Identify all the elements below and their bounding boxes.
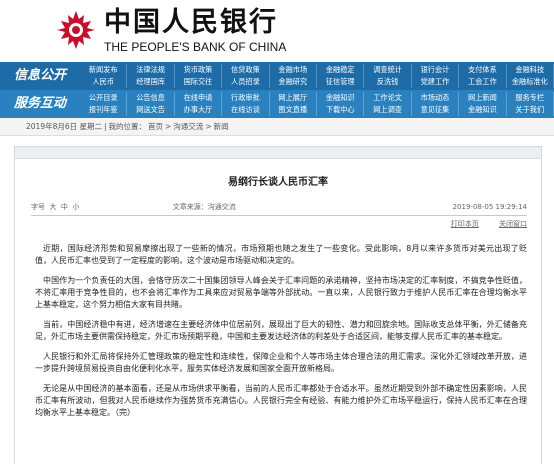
service-item[interactable]: 下载中心 <box>317 104 365 116</box>
service-item[interactable]: 金融知识 <box>459 104 507 116</box>
breadcrumb-text: 2019年8月6日 星期二 <box>26 122 103 131</box>
article-body: 近期，国际经济形势和贸易摩擦出现了一些新的情况，市场预期也随之发生了一些变化。受… <box>35 243 527 427</box>
breadcrumb-link[interactable]: 首页 <box>148 122 163 131</box>
service-item[interactable]: 服务专栏 <box>507 92 554 104</box>
info-item[interactable]: 经理国库 <box>127 76 175 88</box>
breadcrumb-link[interactable]: 新闻 <box>214 122 229 131</box>
nav-grid-info: 新闻发布 法律法规 货币政策 信贷政策 金融市场 金融稳定 调查统计 银行会计 支付体系 金融科技… <box>80 64 554 88</box>
breadcrumb-text: 我的位置： <box>108 122 147 131</box>
service-item[interactable]: 工作论文 <box>364 92 412 104</box>
info-item[interactable]: 调查统计 <box>364 64 412 76</box>
article-meta-left: 字号 大 中 小 文章来源：沟通交流 <box>31 203 236 211</box>
service-item[interactable]: 公开目录 <box>80 92 128 104</box>
info-item[interactable]: 金融研究 <box>270 76 317 88</box>
pboc-emblem-icon <box>54 8 98 52</box>
print-page-link[interactable]: 打印本页 <box>451 220 479 228</box>
info-item[interactable]: 金融市场 <box>270 64 317 76</box>
info-item[interactable]: 金融标准化 <box>507 76 554 88</box>
service-item[interactable]: 网上展厅 <box>270 92 317 104</box>
service-item[interactable]: 办事大厅 <box>175 104 223 116</box>
nav-section-title-info: 信息公开 <box>13 68 66 83</box>
service-item[interactable]: 关于我们 <box>507 104 554 116</box>
breadcrumb-link[interactable]: 沟通交流 <box>173 122 203 131</box>
breadcrumb-text: | <box>104 122 107 131</box>
service-item[interactable]: 金融知识 <box>317 92 365 104</box>
service-item[interactable]: 在线访谈 <box>222 104 270 116</box>
article-title: 易纲行长谈人民币汇率 <box>228 177 328 188</box>
info-item[interactable]: 党建工作 <box>412 76 460 88</box>
info-item[interactable]: 银行会计 <box>412 64 460 76</box>
main-navigation: 信息公开 新闻发布 法律法规 货币政策 信贷政策 金融市场 金融稳定 调查统计 银行会计 支付体… <box>0 62 554 118</box>
breadcrumb: 2019年8月6日 星期二 | 我的位置： 首页 > 沟通交流 > 新闻 <box>0 118 554 136</box>
service-item[interactable]: 网送文告 <box>127 104 175 116</box>
info-item[interactable]: 货币政策 <box>175 64 223 76</box>
article-date: 2019-08-05 19:29:14 <box>452 203 527 211</box>
article-paragraph: 近期，国际经济形势和贸易摩擦出现了一些新的情况，市场预期也随之发生了一些变化。受… <box>35 244 527 265</box>
service-item[interactable]: 在线申请 <box>175 92 223 104</box>
nav-grid-service: 公开目录 公告信息 在线申请 行政审批 网上展厅 金融知识 工作论文 市场动态 网上新闻 服务专栏… <box>80 92 554 116</box>
logo-english-name: THE PEOPLE'S BANK OF CHINA <box>104 40 287 54</box>
nav-section-title-service: 服务互动 <box>13 96 66 111</box>
divider <box>31 215 527 216</box>
info-item[interactable]: 信贷政策 <box>222 64 270 76</box>
article-panel: 易纲行长谈人民币汇率 字号 大 中 小 文章来源：沟通交流 2019-08-05… <box>14 146 542 464</box>
info-item[interactable]: 金融稳定 <box>317 64 365 76</box>
info-item[interactable]: 国际交往 <box>175 76 223 88</box>
service-item[interactable]: 行政审批 <box>222 92 270 104</box>
info-item[interactable]: 人民币 <box>80 76 128 88</box>
service-item[interactable]: 报刊年鉴 <box>80 104 128 116</box>
breadcrumb-text: > <box>165 122 172 131</box>
article-paragraph: 当前，中国经济稳中有进，经济增速在主要经济体中位居前列，展现出了巨大的韧性、潜力… <box>35 320 527 341</box>
info-item[interactable]: 征信管理 <box>317 76 365 88</box>
service-item[interactable]: 公告信息 <box>127 92 175 104</box>
info-item[interactable]: 新闻发布 <box>80 64 128 76</box>
nav-section-service: 服务互动 公开目录 公告信息 在线申请 行政审批 网上展厅 金融知识 工作论文 市场动态 网上新… <box>0 90 554 118</box>
service-item[interactable]: 网上新闻 <box>459 92 507 104</box>
article-paragraph: 人民银行和外汇局将保持外汇管理政策的稳定性和连续性，保障企业和个人等市场主体合理… <box>35 352 527 373</box>
service-item[interactable]: 市场动态 <box>412 92 460 104</box>
article-panel-header <box>15 147 541 159</box>
article-paragraph: 中国作为一个负责任的大国，会恪守历次二十国集团领导人峰会关于汇率问题的承诺精神，… <box>35 276 527 309</box>
service-item[interactable]: 图文直播 <box>270 104 317 116</box>
breadcrumb-text: > <box>205 122 212 131</box>
info-item[interactable]: 反洗钱 <box>364 76 412 88</box>
info-item[interactable]: 支付体系 <box>459 64 507 76</box>
info-item[interactable]: 法律法规 <box>127 64 175 76</box>
info-item[interactable]: 金融科技 <box>507 64 554 76</box>
logo-chinese-name: 中国人民银行 <box>104 7 278 38</box>
service-item[interactable]: 网上调查 <box>364 104 412 116</box>
site-header: 中国人民银行 THE PEOPLE'S BANK OF CHINA <box>0 0 554 62</box>
info-item[interactable]: 人员招录 <box>222 76 270 88</box>
nav-section-info: 信息公开 新闻发布 法律法规 货币政策 信贷政策 金融市场 金融稳定 调查统计 银行会计 支付体… <box>0 62 554 90</box>
close-window-link[interactable]: 关闭窗口 <box>499 220 527 228</box>
article-actions: 打印本页 关闭窗口 <box>433 219 527 229</box>
article-paragraph: 无论是从中国经济的基本面看，还是从市场供求平衡看，当前的人民币汇率都处于合适水平… <box>35 384 527 417</box>
article-meta: 字号 大 中 小 文章来源：沟通交流 2019-08-05 19:29:14 <box>31 201 527 213</box>
info-item[interactable]: 工会工作 <box>459 76 507 88</box>
service-item[interactable]: 意见征集 <box>412 104 460 116</box>
